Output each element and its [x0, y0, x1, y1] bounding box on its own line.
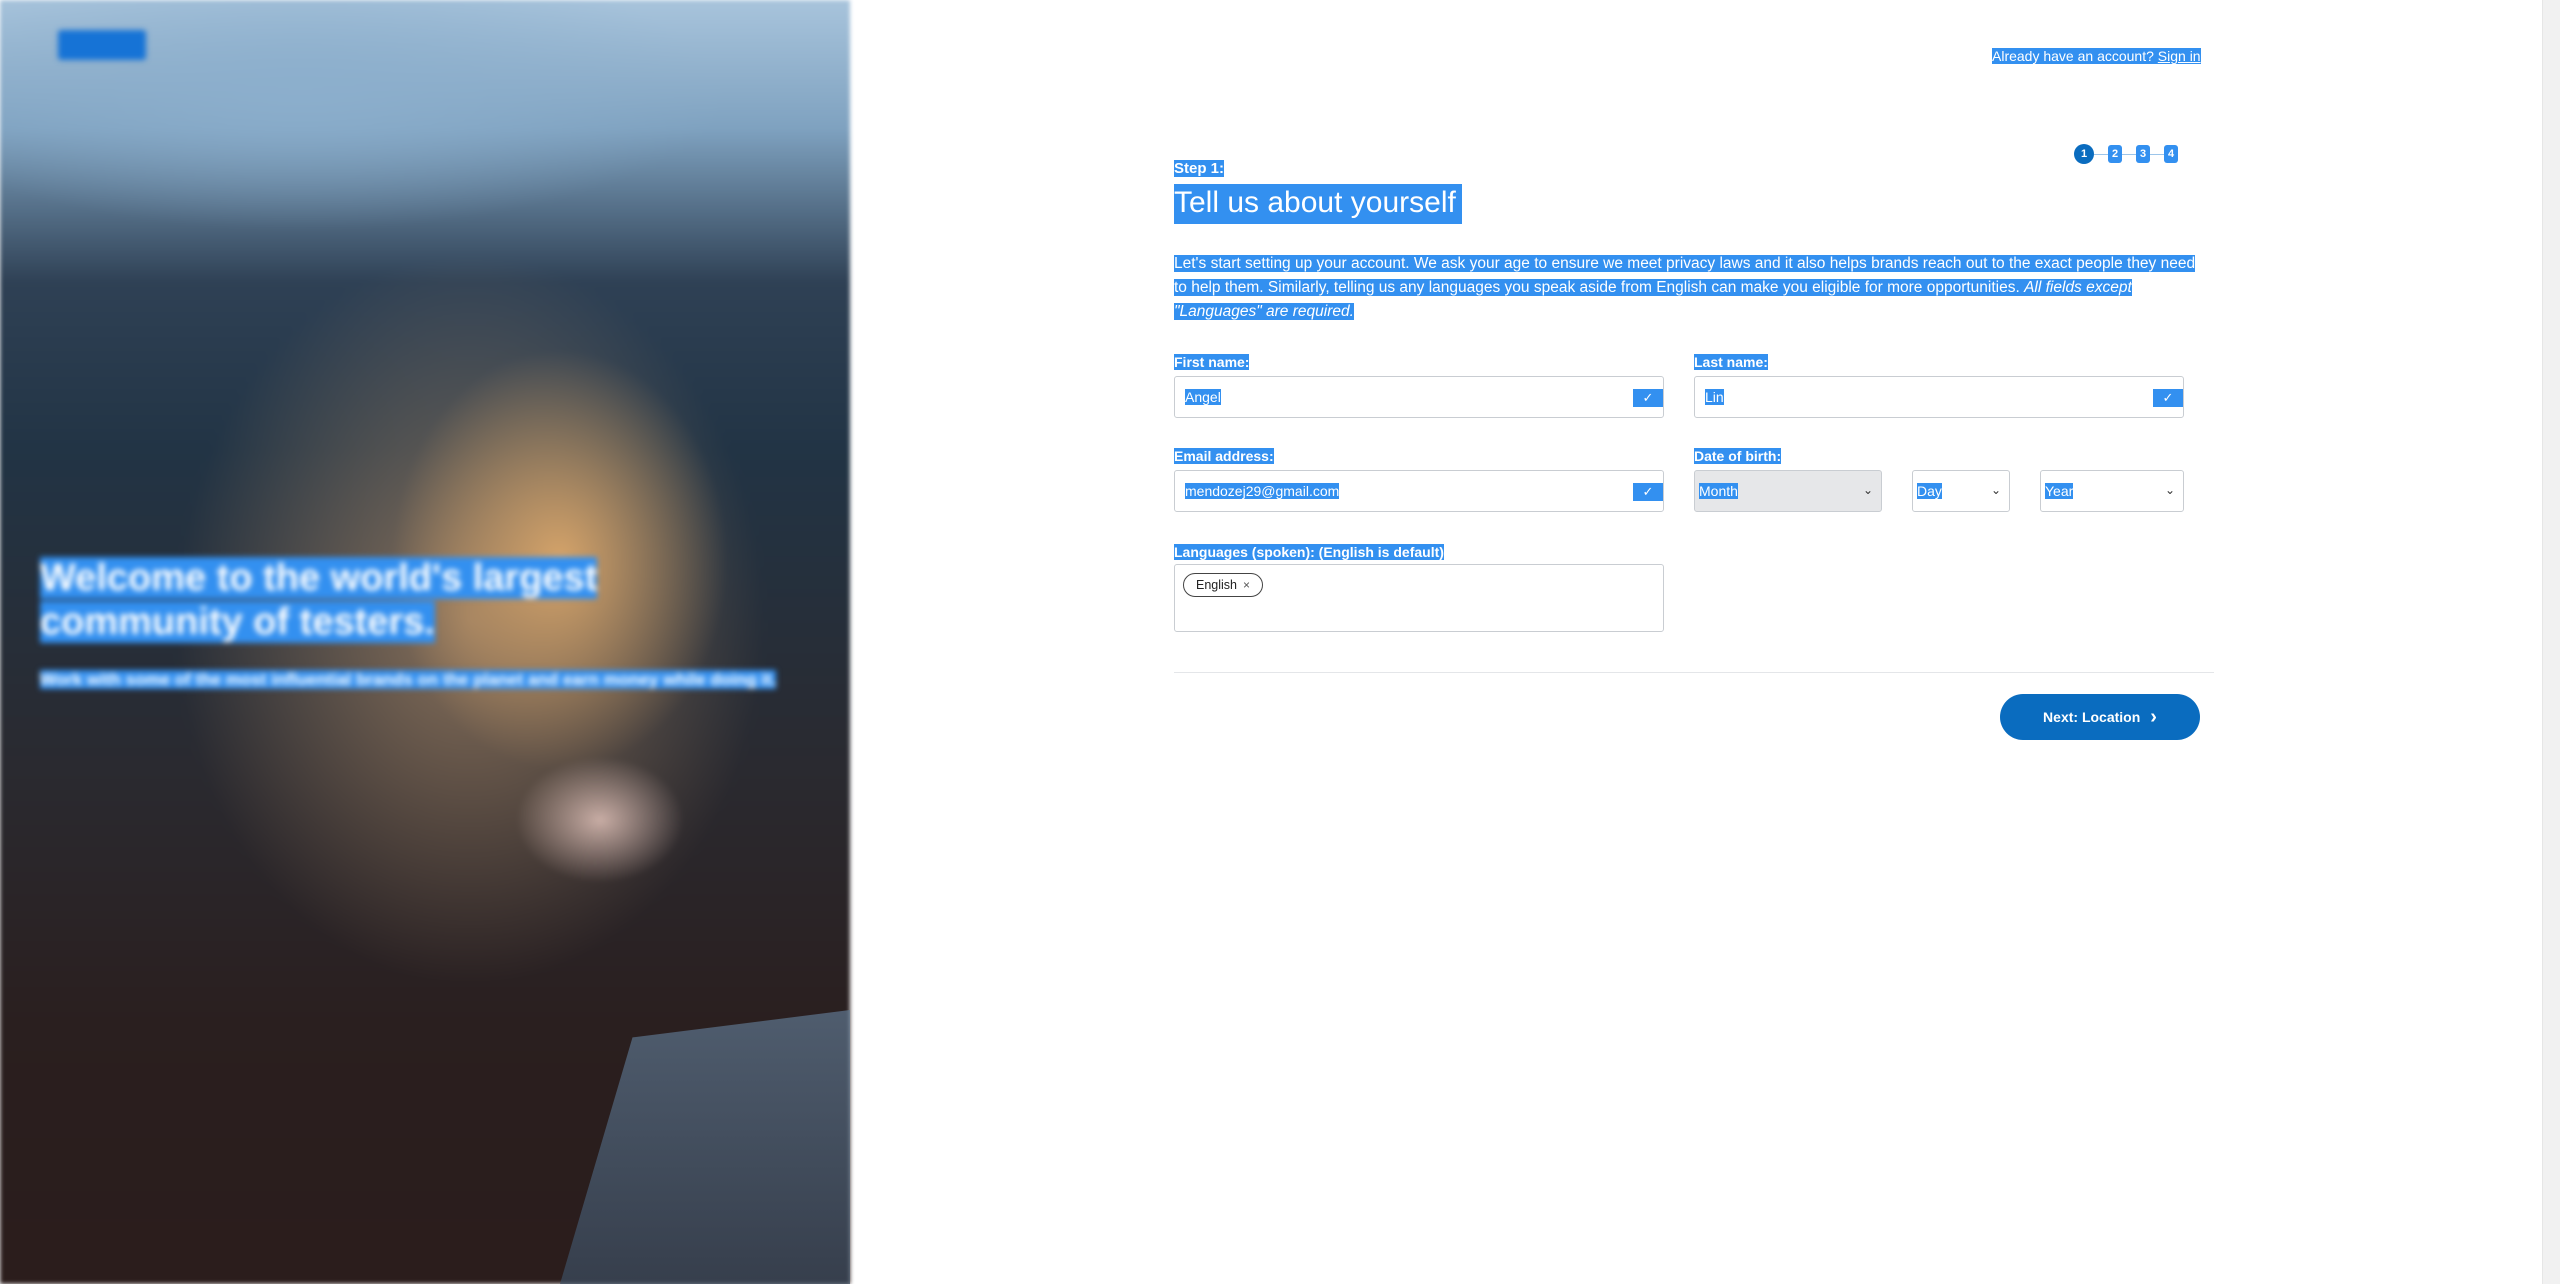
- step-connector: [2150, 153, 2164, 155]
- chevron-down-icon: ⌄: [1990, 483, 2001, 497]
- chevron-down-icon: ⌄: [1862, 483, 1873, 497]
- scrollbar[interactable]: [2542, 0, 2560, 1284]
- languages-label: Languages (spoken): (English is default): [1174, 544, 1444, 560]
- intro-text: Let's start setting up your account. We …: [1174, 255, 2196, 320]
- check-icon: ✓: [1633, 389, 1663, 407]
- hero-subtitle: Work with some of the most influential b…: [40, 670, 777, 689]
- signin-prompt-text: Already have an account?: [1992, 48, 2154, 64]
- first-name-group: First name: Angel ✓: [1174, 354, 1664, 418]
- hero-link[interactable]: [40, 712, 160, 726]
- footer-divider: [1174, 672, 2214, 673]
- dob-group: Date of birth: Month ⌄ Day ⌄ Year ⌄: [1694, 448, 2184, 518]
- hero-title: Welcome to the world's largest community…: [40, 557, 598, 643]
- close-icon[interactable]: ×: [1243, 578, 1250, 592]
- chevron-down-icon: ⌄: [2164, 483, 2175, 497]
- dob-day-value: Day: [1917, 483, 1942, 499]
- dob-label: Date of birth:: [1694, 448, 1782, 464]
- last-name-field[interactable]: Lin ✓: [1694, 376, 2184, 418]
- page-title: Tell us about yourself: [1174, 184, 1462, 224]
- next-location-button[interactable]: Next: Location ›: [2000, 694, 2200, 740]
- last-name-label: Last name:: [1694, 354, 1768, 370]
- email-group: Email address: mendozej29@gmail.com ✓: [1174, 448, 1664, 512]
- dob-year-value: Year: [2045, 483, 2074, 499]
- last-name-value: Lin: [1705, 389, 1724, 405]
- languages-group: Languages (spoken): (English is default)…: [1174, 544, 1664, 632]
- step-connector: [2122, 153, 2136, 155]
- chevron-right-icon: ›: [2150, 706, 2157, 728]
- last-name-group: Last name: Lin ✓: [1694, 354, 2184, 418]
- step-label: Step 1:: [1174, 160, 1225, 177]
- first-name-label: First name:: [1174, 354, 1250, 370]
- first-name-field[interactable]: Angel ✓: [1174, 376, 1664, 418]
- language-tag[interactable]: English ×: [1183, 573, 1264, 597]
- dob-month-select[interactable]: Month ⌄: [1694, 470, 1882, 512]
- language-tag-label: English: [1196, 578, 1237, 592]
- brand-logo[interactable]: [58, 30, 146, 60]
- signin-link[interactable]: Sign in: [2157, 48, 2201, 64]
- email-label: Email address:: [1174, 448, 1274, 464]
- signup-form: Step 1: Tell us about yourself Let's sta…: [1174, 160, 2214, 324]
- step-connector: [2094, 153, 2108, 155]
- signin-prompt: Already have an account? Sign in: [1992, 48, 2201, 64]
- dob-year-select[interactable]: Year ⌄: [2040, 470, 2184, 512]
- check-icon: ✓: [1633, 483, 1663, 501]
- first-name-value: Angel: [1185, 389, 1221, 405]
- languages-field[interactable]: English ×: [1174, 564, 1664, 632]
- email-value: mendozej29@gmail.com: [1185, 483, 1340, 499]
- next-button-label: Next: Location: [2043, 709, 2141, 725]
- dob-day-select[interactable]: Day ⌄: [1912, 470, 2010, 512]
- dob-month-value: Month: [1699, 483, 1738, 499]
- check-icon: ✓: [2153, 389, 2183, 407]
- email-field[interactable]: mendozej29@gmail.com ✓: [1174, 470, 1664, 512]
